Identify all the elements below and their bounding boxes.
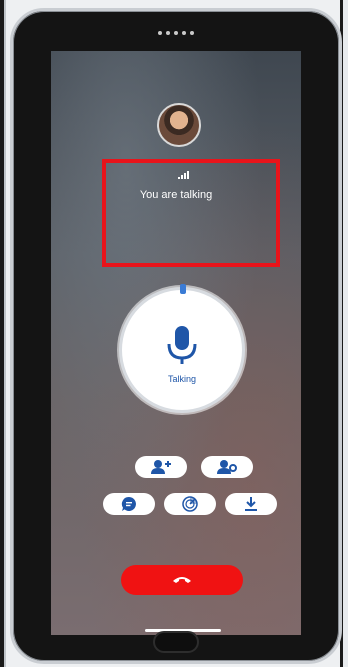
call-screen: You are talking Talking	[51, 51, 301, 635]
speaker-grille	[158, 31, 194, 35]
person-add-icon	[151, 460, 171, 474]
caller-avatar	[157, 103, 201, 147]
phone-frame: You are talking Talking	[10, 8, 342, 664]
radar-button[interactable]	[164, 493, 216, 515]
end-call-button[interactable]	[121, 565, 243, 595]
talk-label: Talking	[167, 374, 196, 384]
hang-up-icon	[173, 577, 191, 583]
stage: You are talking Talking	[0, 0, 348, 667]
chat-button[interactable]	[103, 493, 155, 515]
add-participant-button[interactable]	[135, 456, 187, 478]
contact-settings-button[interactable]	[201, 456, 253, 478]
person-gear-icon	[217, 460, 237, 474]
home-button[interactable]	[153, 631, 199, 653]
radar-icon	[182, 496, 198, 512]
top-bezel	[13, 11, 339, 55]
download-icon	[245, 497, 257, 511]
talk-button[interactable]: Talking	[119, 284, 245, 413]
microphone-icon	[167, 326, 197, 364]
left-device-edge	[0, 0, 6, 667]
highlight-box	[102, 159, 280, 267]
download-button[interactable]	[225, 493, 277, 515]
chat-icon	[121, 496, 136, 511]
